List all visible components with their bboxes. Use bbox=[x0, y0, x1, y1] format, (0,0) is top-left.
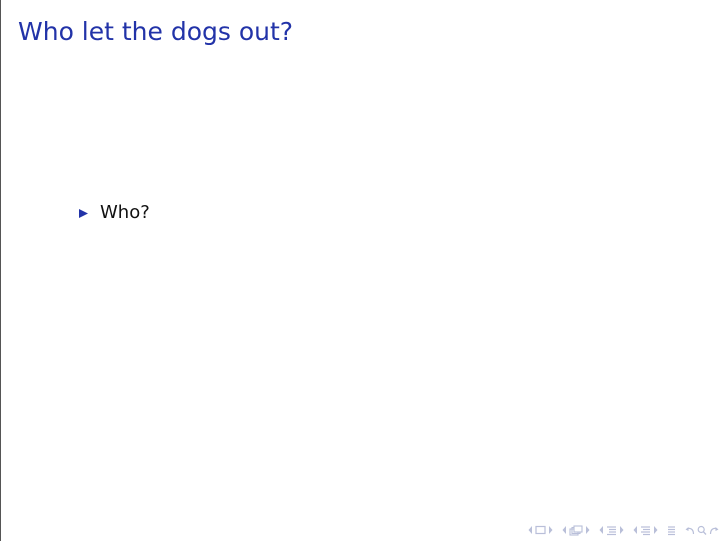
subsection-icon[interactable] bbox=[606, 525, 617, 536]
slide-icon[interactable] bbox=[535, 525, 546, 535]
subsection-nav-group[interactable] bbox=[599, 525, 624, 536]
back-icon[interactable] bbox=[685, 525, 695, 536]
search-icon[interactable] bbox=[697, 525, 707, 536]
frame-nav-group[interactable] bbox=[562, 524, 590, 536]
frame-icon[interactable] bbox=[569, 524, 583, 536]
search-nav-group[interactable] bbox=[685, 525, 719, 536]
section-next-arrow-icon[interactable] bbox=[653, 525, 658, 535]
slide: Who let the dogs out? Who? bbox=[0, 0, 725, 541]
subsection-next-arrow-icon[interactable] bbox=[619, 525, 624, 535]
list-item-text: Who? bbox=[100, 202, 150, 223]
slide-nav-group[interactable] bbox=[528, 525, 553, 535]
frame-prev-arrow-icon[interactable] bbox=[562, 525, 567, 535]
list-item: Who? bbox=[78, 200, 150, 226]
frame-title: Who let the dogs out? bbox=[18, 17, 294, 46]
subsection-prev-arrow-icon[interactable] bbox=[599, 525, 604, 535]
slide-next-arrow-icon[interactable] bbox=[548, 525, 553, 535]
document-nav-group[interactable] bbox=[667, 525, 676, 536]
forward-icon[interactable] bbox=[709, 525, 719, 536]
document-icon[interactable] bbox=[667, 525, 676, 536]
bullet-triangle-icon bbox=[79, 208, 88, 218]
slide-prev-arrow-icon[interactable] bbox=[528, 525, 533, 535]
navigation-bar bbox=[528, 523, 719, 537]
section-icon[interactable] bbox=[640, 525, 651, 536]
frame-next-arrow-icon[interactable] bbox=[585, 525, 590, 535]
section-prev-arrow-icon[interactable] bbox=[633, 525, 638, 535]
section-nav-group[interactable] bbox=[633, 525, 658, 536]
